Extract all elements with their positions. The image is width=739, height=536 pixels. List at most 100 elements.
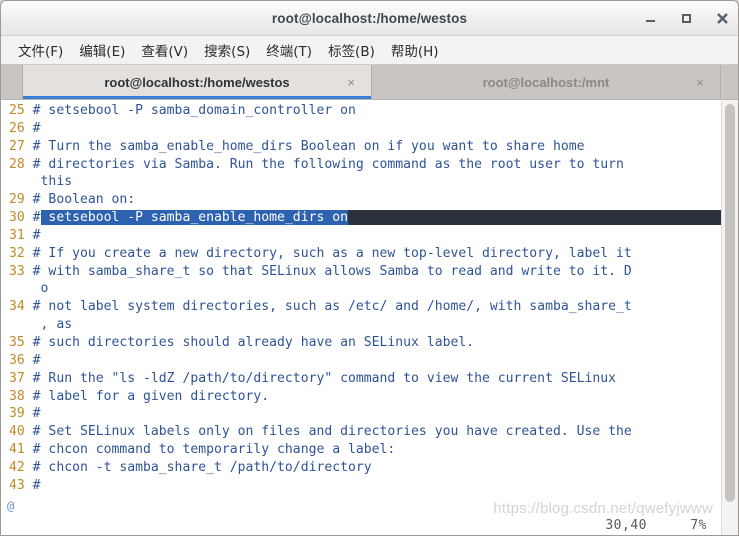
line-number: 31 bbox=[9, 227, 33, 243]
maximize-button[interactable] bbox=[678, 10, 694, 26]
line-number: 37 bbox=[9, 370, 33, 386]
tab-close-icon[interactable]: × bbox=[347, 76, 355, 89]
tab-bar-filler bbox=[721, 65, 738, 99]
eof-marker: @ bbox=[7, 499, 15, 513]
line-text: Boolean on: bbox=[40, 192, 136, 208]
line-number: 30 bbox=[9, 210, 33, 226]
editor-line[interactable]: 27 # Turn the samba_enable_home_dirs Boo… bbox=[1, 138, 721, 156]
editor-line[interactable]: 42 # chcon -t samba_share_t /path/to/dir… bbox=[1, 459, 721, 477]
line-number: 43 bbox=[9, 477, 33, 493]
menu-item-search[interactable]: 搜索(S) bbox=[196, 38, 258, 62]
editor-line[interactable]: 38 # label for a given directory. bbox=[1, 388, 721, 406]
line-number: 39 bbox=[9, 406, 33, 422]
comment-marker: # bbox=[32, 299, 41, 315]
comment-marker: # bbox=[32, 138, 41, 154]
line-text: directories via Samba. Run the following… bbox=[40, 156, 624, 172]
editor-text[interactable]: 25 # setsebool -P samba_domain_controlle… bbox=[1, 102, 721, 495]
tab-close-icon[interactable]: × bbox=[696, 76, 704, 89]
line-text: label for a given directory. bbox=[40, 388, 270, 404]
line-number bbox=[9, 281, 33, 296]
editor-line[interactable]: 31 # bbox=[1, 227, 721, 245]
tab-home-westos[interactable]: root@localhost:/home/westos × bbox=[23, 65, 372, 99]
editor-line[interactable]: 39 # bbox=[1, 405, 721, 423]
editor-line[interactable]: 28 # directories via Samba. Run the foll… bbox=[1, 156, 721, 174]
comment-marker: # bbox=[32, 120, 41, 136]
line-number: 40 bbox=[9, 424, 33, 440]
line-number: 33 bbox=[9, 263, 33, 279]
editor-viewport[interactable]: 25 # setsebool -P samba_domain_controlle… bbox=[1, 100, 721, 535]
line-text: Turn the samba_enable_home_dirs Boolean … bbox=[40, 138, 585, 154]
menu-item-help[interactable]: 帮助(H) bbox=[383, 38, 447, 62]
title-bar[interactable]: root@localhost:/home/westos bbox=[1, 1, 738, 36]
vertical-scrollbar[interactable] bbox=[721, 100, 738, 535]
editor-line[interactable]: 33 # with samba_share_t so that SELinux … bbox=[1, 263, 721, 281]
comment-marker: # bbox=[32, 334, 41, 350]
line-text: not label system directories, such as /e… bbox=[40, 299, 632, 315]
editor-line[interactable]: 40 # Set SELinux labels only on files an… bbox=[1, 423, 721, 441]
comment-marker: # bbox=[32, 352, 41, 368]
editor-line[interactable]: 41 # chcon command to temporarily change… bbox=[1, 441, 721, 459]
line-text: with samba_share_t so that SELinux allow… bbox=[40, 263, 632, 279]
comment-marker: # bbox=[32, 156, 41, 172]
comment-marker: # bbox=[32, 227, 41, 243]
tab-mnt[interactable]: root@localhost:/mnt × bbox=[372, 65, 721, 99]
line-number: 28 bbox=[9, 156, 33, 172]
editor-line[interactable]: 36 # bbox=[1, 352, 721, 370]
line-text: setsebool -P samba_domain_controller on bbox=[40, 103, 356, 118]
editor-line[interactable]: 32 # If you create a new directory, such… bbox=[1, 245, 721, 263]
terminal-window: root@localhost:/home/westos 文件(F) 编辑(E) … bbox=[0, 0, 739, 536]
comment-marker: # bbox=[32, 245, 41, 261]
comment-marker bbox=[33, 317, 41, 332]
close-icon[interactable] bbox=[714, 10, 730, 26]
tab-label: root@localhost:/home/westos bbox=[104, 74, 290, 90]
comment-marker: # bbox=[32, 442, 41, 458]
comment-marker: # bbox=[32, 406, 41, 422]
scrollbar-thumb[interactable] bbox=[725, 104, 735, 502]
menu-bar: 文件(F) 编辑(E) 查看(V) 搜索(S) 终端(T) 标签(B) 帮助(H… bbox=[1, 36, 738, 65]
line-number: 41 bbox=[9, 442, 33, 458]
editor-line[interactable]: o bbox=[1, 280, 721, 298]
editor-line[interactable]: , as bbox=[1, 316, 721, 334]
menu-item-tabs[interactable]: 标签(B) bbox=[320, 38, 383, 62]
editor-line[interactable]: 30 # setsebool -P samba_enable_home_dirs… bbox=[1, 209, 721, 227]
line-text: Run the "ls -ldZ /path/to/directory" com… bbox=[40, 370, 617, 386]
line-number: 34 bbox=[9, 299, 33, 315]
menu-item-edit[interactable]: 编辑(E) bbox=[71, 38, 133, 62]
comment-marker: # bbox=[32, 459, 41, 475]
line-number bbox=[9, 317, 33, 332]
line-number bbox=[9, 174, 33, 189]
watermark: https://blog.csdn.net/qwefyjwww bbox=[493, 500, 713, 517]
menu-item-file[interactable]: 文件(F) bbox=[10, 38, 71, 62]
terminal-area[interactable]: 25 # setsebool -P samba_domain_controlle… bbox=[1, 99, 738, 535]
eol-fill bbox=[348, 210, 721, 226]
comment-marker: # bbox=[32, 210, 41, 226]
editor-line[interactable]: 26 # bbox=[1, 120, 721, 138]
minimize-button[interactable] bbox=[642, 10, 658, 26]
line-text: If you create a new directory, such as a… bbox=[40, 245, 632, 261]
editor-line[interactable]: this bbox=[1, 173, 721, 191]
line-number: 27 bbox=[9, 138, 33, 154]
comment-marker bbox=[33, 281, 41, 296]
window-controls bbox=[642, 1, 730, 35]
editor-line[interactable]: 34 # not label system directories, such … bbox=[1, 298, 721, 316]
comment-marker: # bbox=[32, 103, 41, 118]
tab-label: root@localhost:/mnt bbox=[482, 74, 610, 90]
line-number: 42 bbox=[9, 459, 33, 475]
line-text: chcon command to temporarily change a la… bbox=[40, 442, 396, 458]
menu-item-terminal[interactable]: 终端(T) bbox=[258, 38, 320, 62]
editor-line[interactable]: 43 # bbox=[1, 477, 721, 495]
editor-line[interactable]: 35 # such directories should already hav… bbox=[1, 334, 721, 352]
menu-item-view[interactable]: 查看(V) bbox=[133, 38, 196, 62]
editor-line[interactable]: 37 # Run the "ls -ldZ /path/to/directory… bbox=[1, 370, 721, 388]
comment-marker: # bbox=[32, 477, 41, 493]
window-title: root@localhost:/home/westos bbox=[271, 10, 468, 26]
editor-line[interactable]: 29 # Boolean on: bbox=[1, 191, 721, 209]
line-text: such directories should already have an … bbox=[40, 334, 475, 350]
editor-line[interactable]: 25 # setsebool -P samba_domain_controlle… bbox=[1, 102, 721, 120]
line-number: 32 bbox=[9, 245, 33, 261]
line-text: Set SELinux labels only on files and dir… bbox=[40, 424, 632, 440]
line-text: setsebool -P samba_enable_home_dirs on bbox=[40, 210, 348, 226]
comment-marker: # bbox=[32, 263, 41, 279]
line-number: 35 bbox=[9, 334, 33, 350]
line-number: 26 bbox=[9, 120, 33, 136]
